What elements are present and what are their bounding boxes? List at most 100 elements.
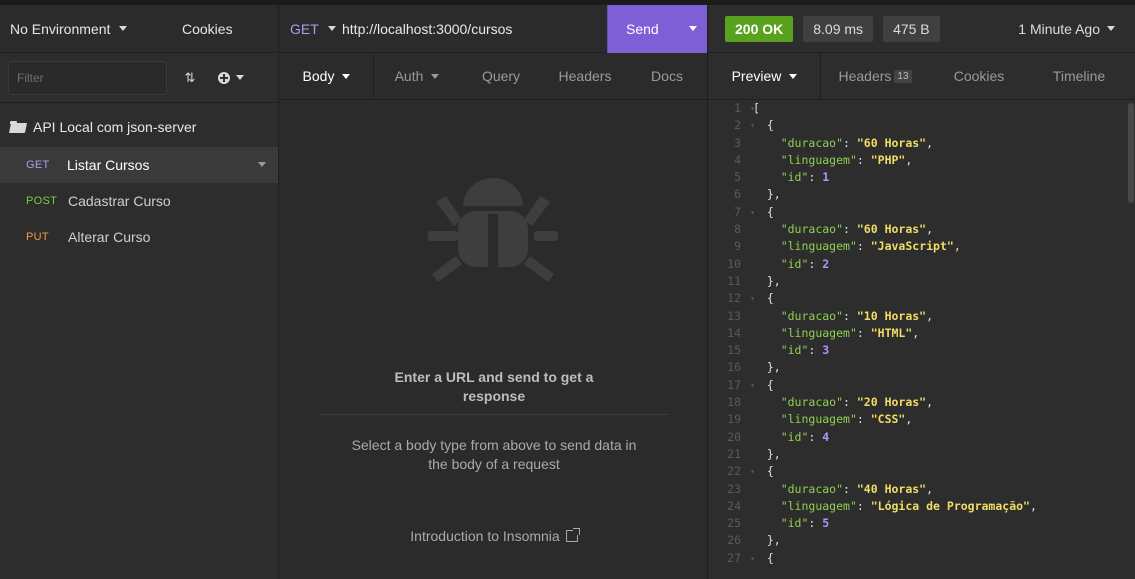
- response-body-viewer[interactable]: 1 ▾[2 ▾ {3 "duracao": "60 Horas", 4 "lingua…: [709, 100, 1135, 570]
- request-name: Alterar Curso: [68, 229, 151, 245]
- tab-cookies[interactable]: Cookies: [929, 53, 1029, 99]
- line-number: 6: [734, 187, 741, 202]
- code-line: 2 ▾ {: [709, 117, 1135, 134]
- tab-label: Docs: [651, 68, 683, 84]
- response-tabs: Preview Headers 13 Cookies Timeline: [709, 53, 1135, 100]
- line-number: 26: [727, 533, 741, 548]
- sidebar: No Environment Cookies ⇅ API Local com j…: [0, 5, 279, 579]
- intro-link-text[interactable]: Introduction to Insomnia: [410, 528, 559, 544]
- sidebar-item-cadastrar-curso[interactable]: POST Cadastrar Curso: [0, 183, 278, 219]
- code-text: "id": 2: [780, 256, 830, 271]
- tab-query[interactable]: Query: [460, 53, 542, 99]
- json-key: "linguagem": [780, 152, 857, 167]
- line-number: 11: [727, 273, 741, 288]
- json-key: "id": [780, 429, 809, 444]
- line-number: 27 ▾: [709, 550, 755, 567]
- chevron-down-icon: [789, 73, 798, 79]
- plus-circle-icon: [218, 71, 230, 84]
- line-number: 8: [734, 222, 741, 237]
- sort-icon[interactable]: ⇅: [175, 70, 205, 86]
- workspace-name: API Local com json-server: [33, 119, 197, 135]
- cookies-button[interactable]: Cookies: [182, 21, 233, 37]
- line-number: 4: [734, 152, 741, 167]
- code-text: },: [753, 533, 781, 548]
- code-line: 10 "id": 2: [709, 256, 1135, 273]
- intro-link[interactable]: Introduction to Insomnia: [280, 528, 708, 544]
- code-text: },: [753, 446, 781, 461]
- json-value: "Lógica de Programação": [870, 498, 1030, 513]
- tab-auth[interactable]: Auth: [374, 53, 460, 99]
- environment-selector[interactable]: No Environment: [10, 21, 180, 37]
- json-key: "duracao": [780, 308, 844, 323]
- chevron-down-icon: [236, 75, 244, 80]
- response-time-badge: 8.09 ms: [803, 15, 874, 42]
- code-line: 22 ▾ {: [709, 463, 1135, 480]
- workspace-folder[interactable]: API Local com json-server: [0, 107, 278, 147]
- chevron-down-icon[interactable]: [328, 26, 336, 31]
- code-text: "id": 3: [780, 343, 830, 358]
- sidebar-item-listar-cursos[interactable]: GET Listar Cursos: [0, 147, 278, 183]
- json-key: "id": [780, 170, 809, 185]
- method-selector[interactable]: GET: [280, 21, 324, 37]
- tab-response-headers[interactable]: Headers 13: [821, 53, 929, 99]
- sidebar-item-alterar-curso[interactable]: PUT Alterar Curso: [0, 219, 278, 255]
- request-method-badge: PUT: [26, 231, 49, 243]
- fold-arrow-icon[interactable]: ▾: [750, 100, 755, 117]
- code-line: 24 "linguagem": "Lógica de Programação",: [709, 498, 1135, 515]
- chevron-down-icon: [431, 73, 440, 79]
- request-name: Cadastrar Curso: [68, 193, 171, 209]
- line-number: 14: [727, 325, 741, 340]
- tab-label: Body: [302, 68, 335, 84]
- code-text: },: [753, 273, 781, 288]
- chevron-down-icon[interactable]: [258, 162, 266, 167]
- json-value: "PHP": [870, 152, 906, 167]
- folder-icon: [10, 121, 27, 133]
- filter-input[interactable]: [8, 60, 167, 95]
- json-value: "JavaScript": [870, 239, 954, 254]
- tab-body[interactable]: Body: [280, 53, 374, 99]
- bug-icon: [428, 178, 558, 282]
- code-text: "duracao": "40 Horas",: [780, 481, 934, 496]
- external-link-icon: [565, 528, 580, 542]
- json-value: 4: [822, 429, 830, 444]
- send-button[interactable]: Send: [607, 4, 707, 53]
- code-line: 9 "linguagem": "JavaScript",: [709, 238, 1135, 255]
- json-key: "id": [780, 516, 809, 531]
- fold-arrow-icon[interactable]: ▾: [750, 463, 755, 480]
- tab-headers[interactable]: Headers: [542, 53, 628, 99]
- json-value: "60 Horas": [856, 135, 927, 150]
- response-pane: 200 OK 8.09 ms 475 B 1 Minute Ago Previe…: [709, 5, 1135, 579]
- code-line: 3 "duracao": "60 Horas",: [709, 135, 1135, 152]
- line-number: 3: [734, 135, 741, 150]
- tab-label: Preview: [731, 68, 782, 84]
- fold-arrow-icon[interactable]: ▾: [750, 204, 755, 221]
- code-text: "linguagem": "JavaScript",: [780, 239, 961, 254]
- fold-arrow-icon[interactable]: ▾: [750, 550, 755, 567]
- chevron-down-icon: [119, 26, 128, 31]
- code-line: 15 "id": 3: [709, 342, 1135, 359]
- fold-arrow-icon[interactable]: ▾: [750, 377, 755, 394]
- tab-preview[interactable]: Preview: [709, 53, 821, 99]
- line-number: 5: [734, 170, 741, 185]
- line-number: 21: [727, 446, 741, 461]
- empty-response-title: Enter a URL and send to get a response: [280, 368, 708, 406]
- chevron-down-icon[interactable]: [689, 26, 697, 31]
- add-item-button[interactable]: [213, 71, 249, 84]
- tab-docs[interactable]: Docs: [628, 53, 706, 99]
- url-input[interactable]: http://localhost:3000/cursos: [342, 21, 607, 37]
- tab-timeline[interactable]: Timeline: [1029, 53, 1129, 99]
- code-line: 17 ▾ {: [709, 377, 1135, 394]
- fold-arrow-icon[interactable]: ▾: [750, 290, 755, 307]
- response-size-badge: 475 B: [883, 15, 940, 42]
- scrollbar-thumb[interactable]: [1128, 103, 1134, 203]
- fold-arrow-icon[interactable]: ▾: [750, 117, 755, 134]
- code-line: 4 "linguagem": "PHP",: [709, 152, 1135, 169]
- line-number: 12 ▾: [709, 290, 755, 307]
- json-key: "id": [780, 343, 809, 358]
- line-number: 22 ▾: [709, 463, 755, 480]
- history-selector[interactable]: 1 Minute Ago: [1018, 21, 1115, 37]
- json-key: "duracao": [780, 395, 844, 410]
- code-text: },: [753, 187, 781, 202]
- json-key: "duracao": [780, 222, 844, 237]
- code-line: 1 ▾[: [709, 100, 1135, 117]
